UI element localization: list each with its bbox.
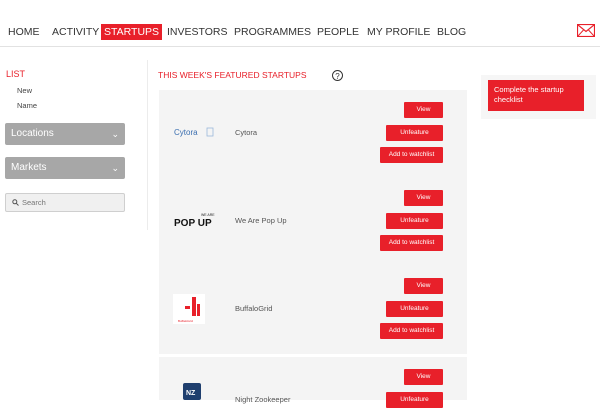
startup-name[interactable]: Cytora [235,128,257,137]
logo-text: Cytora [174,128,198,137]
add-to-watchlist-button[interactable]: Add to watchlist [380,323,443,339]
nav-blog[interactable]: BLOG [434,24,469,40]
view-button[interactable]: View [404,102,443,118]
startup-logo: WE ARE POP UP [171,204,221,236]
add-to-watchlist-button[interactable]: Add to watchlist [380,147,443,163]
unfeature-button[interactable]: Unfeature [386,125,443,141]
logo-text: NZ [186,390,196,397]
startup-logo: BuffaloGrid [171,292,221,324]
search-box [5,193,125,212]
mail-icon[interactable] [577,24,595,37]
view-button[interactable]: View [404,369,443,385]
checklist-panel: Complete the startup checklist [481,75,596,119]
nav-startups[interactable]: STARTUPS [101,24,163,40]
startup-name[interactable]: We Are Pop Up [235,216,287,225]
startup-card: NZ Night Zookeeper View Unfeature [159,357,467,408]
startup-logo: NZ [171,381,221,400]
startup-card: BuffaloGrid BuffaloGrid View Unfeature A… [159,266,467,354]
startup-name[interactable]: BuffaloGrid [235,304,272,313]
logo-text: POP UP [174,218,212,229]
view-button[interactable]: View [404,278,443,294]
unfeature-button[interactable]: Unfeature [386,392,443,408]
startup-card: Cytora Cytora View Unfeature Add to watc… [159,90,467,178]
help-icon[interactable]: ? [332,70,343,81]
search-input[interactable] [22,195,120,210]
nav-my-profile[interactable]: MY PROFILE [364,24,433,40]
chevron-down-icon: ⌄ [111,129,119,139]
nav-people[interactable]: PEOPLE [314,24,362,40]
nav-investors[interactable]: INVESTORS [164,24,231,40]
unfeature-button[interactable]: Unfeature [386,301,443,317]
logo-text: BuffaloGrid [178,319,193,323]
logo-small-text: WE ARE [201,213,215,217]
featured-startups-heading: THIS WEEK'S FEATURED STARTUPS [158,70,307,80]
add-to-watchlist-button[interactable]: Add to watchlist [380,235,443,251]
chevron-down-icon: ⌄ [111,163,119,173]
nav-activity[interactable]: ACTIVITY [49,24,102,40]
list-heading: LIST [6,69,26,79]
complete-checklist-button[interactable]: Complete the startup checklist [488,80,584,111]
nav-home[interactable]: HOME [5,24,43,40]
startup-logo: Cytora [171,116,221,148]
top-nav: HOME ACTIVITY STARTUPS INVESTORS PROGRAM… [0,0,600,47]
startup-card: WE ARE POP UP We Are Pop Up View Unfeatu… [159,178,467,266]
locations-dropdown[interactable]: Locations ⌄ [5,123,125,145]
markets-dropdown[interactable]: Markets ⌄ [5,157,125,179]
unfeature-button[interactable]: Unfeature [386,213,443,229]
sort-new-link[interactable]: New [17,86,32,95]
view-button[interactable]: View [404,190,443,206]
search-icon [12,199,19,206]
nav-programmes[interactable]: PROGRAMMES [231,24,314,40]
locations-dropdown-label: Locations [11,128,54,139]
markets-dropdown-label: Markets [11,162,47,173]
sidebar-divider [147,60,148,230]
sort-name-link[interactable]: Name [17,101,37,110]
